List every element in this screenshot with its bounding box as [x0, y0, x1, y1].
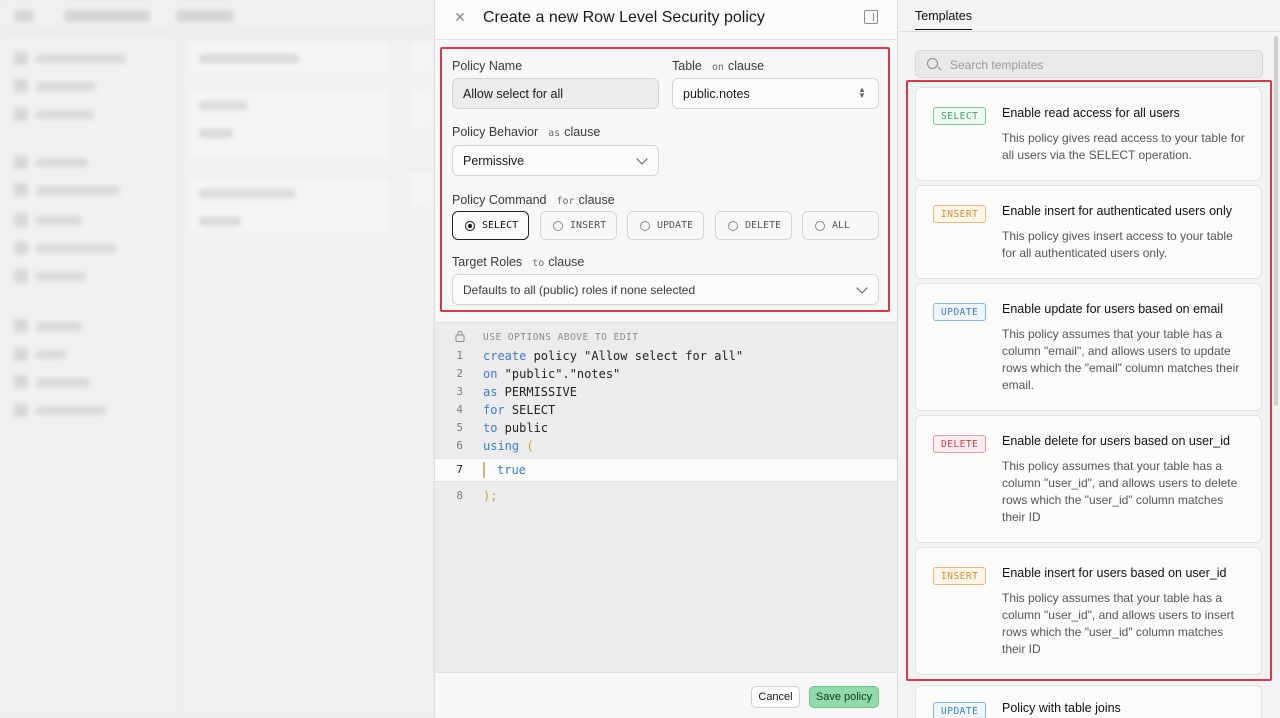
template-title: Enable insert for users based on user_id [1002, 566, 1227, 580]
template-description: This policy assumes that your table has … [1002, 459, 1238, 524]
radio-icon [553, 220, 563, 231]
policy-editor-panel: ✕ Create a new Row Level Security policy… [434, 0, 897, 718]
template-card[interactable]: DELETE Enable delete for users based on … [915, 415, 1262, 543]
code-line: 8); [456, 489, 498, 503]
search-icon [927, 58, 938, 69]
cancel-button[interactable]: Cancel [751, 686, 800, 708]
sql-editor[interactable]: USE OPTIONS ABOVE TO EDIT 1 create policy… [435, 322, 897, 672]
chevron-down-icon [636, 153, 648, 165]
badge-delete: DELETE [933, 435, 987, 453]
template-title: Enable update for users based on email [1002, 302, 1223, 316]
badge-select: SELECT [933, 107, 987, 125]
command-option-select[interactable]: SELECT [452, 211, 529, 240]
template-description: This policy assumes that your table has … [1002, 591, 1234, 656]
code-line[interactable]: 7 true [435, 461, 897, 479]
command-option-label: DELETE [745, 220, 782, 231]
template-card[interactable]: SELECT Enable read access for all users … [915, 87, 1262, 181]
command-option-insert[interactable]: INSERT [540, 211, 617, 240]
close-icon[interactable]: ✕ [452, 9, 468, 25]
panel-header: ✕ Create a new Row Level Security policy [435, 0, 897, 40]
search-placeholder: Search templates [950, 58, 1044, 72]
command-option-label: ALL [832, 220, 851, 231]
lock-icon [455, 330, 465, 342]
panel-title: Create a new Row Level Security policy [483, 9, 765, 26]
table-select[interactable]: public.notes ▲ ▼ [672, 78, 879, 109]
editable-code-region[interactable]: 7 true [435, 458, 897, 482]
template-description: This policy gives read access to your ta… [1002, 131, 1245, 162]
command-option-all[interactable]: ALL [802, 211, 879, 240]
badge-update: UPDATE [933, 303, 987, 321]
target-roles-label: Target Roles to clause [452, 255, 585, 269]
command-option-label: SELECT [482, 220, 519, 231]
badge-insert: INSERT [933, 567, 987, 585]
background-app [0, 0, 434, 718]
table-select-value: public.notes [683, 86, 750, 101]
tab-templates[interactable]: Templates [915, 9, 972, 30]
tab-divider [898, 31, 1280, 32]
policy-name-label: Policy Name [452, 59, 523, 73]
policy-behavior-select[interactable]: Permissive [452, 145, 659, 176]
panel-footer: Cancel Save policy [435, 672, 897, 718]
command-option-update[interactable]: UPDATE [627, 211, 704, 240]
code-line: 6 using ( [456, 439, 534, 453]
radio-icon [815, 220, 825, 231]
policy-command-label: Policy Command for clause [452, 193, 615, 207]
badge-update: UPDATE [933, 702, 987, 718]
code-line: 1 create policy "Allow select for all" [456, 349, 744, 363]
updown-chevron-icon: ▲ ▼ [858, 85, 866, 100]
code-line: 3 as PERMISSIVE [456, 385, 577, 399]
template-title: Enable read access for all users [1002, 106, 1180, 120]
template-title: Policy with table joins [1002, 701, 1121, 715]
template-title: Enable insert for authenticated users on… [1002, 204, 1232, 218]
templates-panel: Templates Search templates SELECT Enable… [897, 0, 1280, 718]
code-line: 4 for SELECT [456, 403, 556, 417]
template-card[interactable]: UPDATE Enable update for users based on … [915, 283, 1262, 411]
command-option-delete[interactable]: DELETE [715, 211, 792, 240]
command-option-label: INSERT [570, 220, 607, 231]
template-description: This policy gives insert access to your … [1002, 229, 1233, 260]
template-card[interactable]: UPDATE Policy with table joins [915, 685, 1262, 718]
chevron-down-icon [856, 282, 868, 294]
template-description: This policy assumes that your table has … [1002, 327, 1240, 392]
policy-behavior-label: Policy Behavior as clause [452, 125, 601, 139]
radio-icon [728, 220, 738, 231]
command-option-label: UPDATE [657, 220, 694, 231]
target-roles-placeholder: Defaults to all (public) roles if none s… [463, 282, 696, 297]
search-templates-input[interactable]: Search templates [915, 50, 1263, 78]
policy-behavior-value: Permissive [463, 153, 525, 168]
editor-hint: USE OPTIONS ABOVE TO EDIT [483, 332, 639, 343]
table-label: Table on clause [672, 59, 765, 73]
bg-topbar [0, 0, 434, 32]
policy-name-input[interactable]: Allow select for all [452, 78, 659, 109]
panel-toggle-icon[interactable] [864, 10, 878, 24]
code-line: 5 to public [456, 421, 549, 435]
radio-icon [640, 220, 650, 231]
code-line: 2 on "public"."notes" [456, 367, 621, 381]
template-card[interactable]: INSERT Enable insert for authenticated u… [915, 185, 1262, 279]
scrollbar[interactable] [1274, 36, 1278, 406]
save-policy-button[interactable]: Save policy [809, 686, 879, 708]
badge-insert: INSERT [933, 205, 987, 223]
template-card[interactable]: INSERT Enable insert for users based on … [915, 547, 1262, 675]
radio-selected-icon [465, 220, 475, 231]
bg-sidebar [0, 32, 180, 718]
template-title: Enable delete for users based on user_id [1002, 434, 1230, 448]
target-roles-select[interactable]: Defaults to all (public) roles if none s… [452, 274, 879, 305]
